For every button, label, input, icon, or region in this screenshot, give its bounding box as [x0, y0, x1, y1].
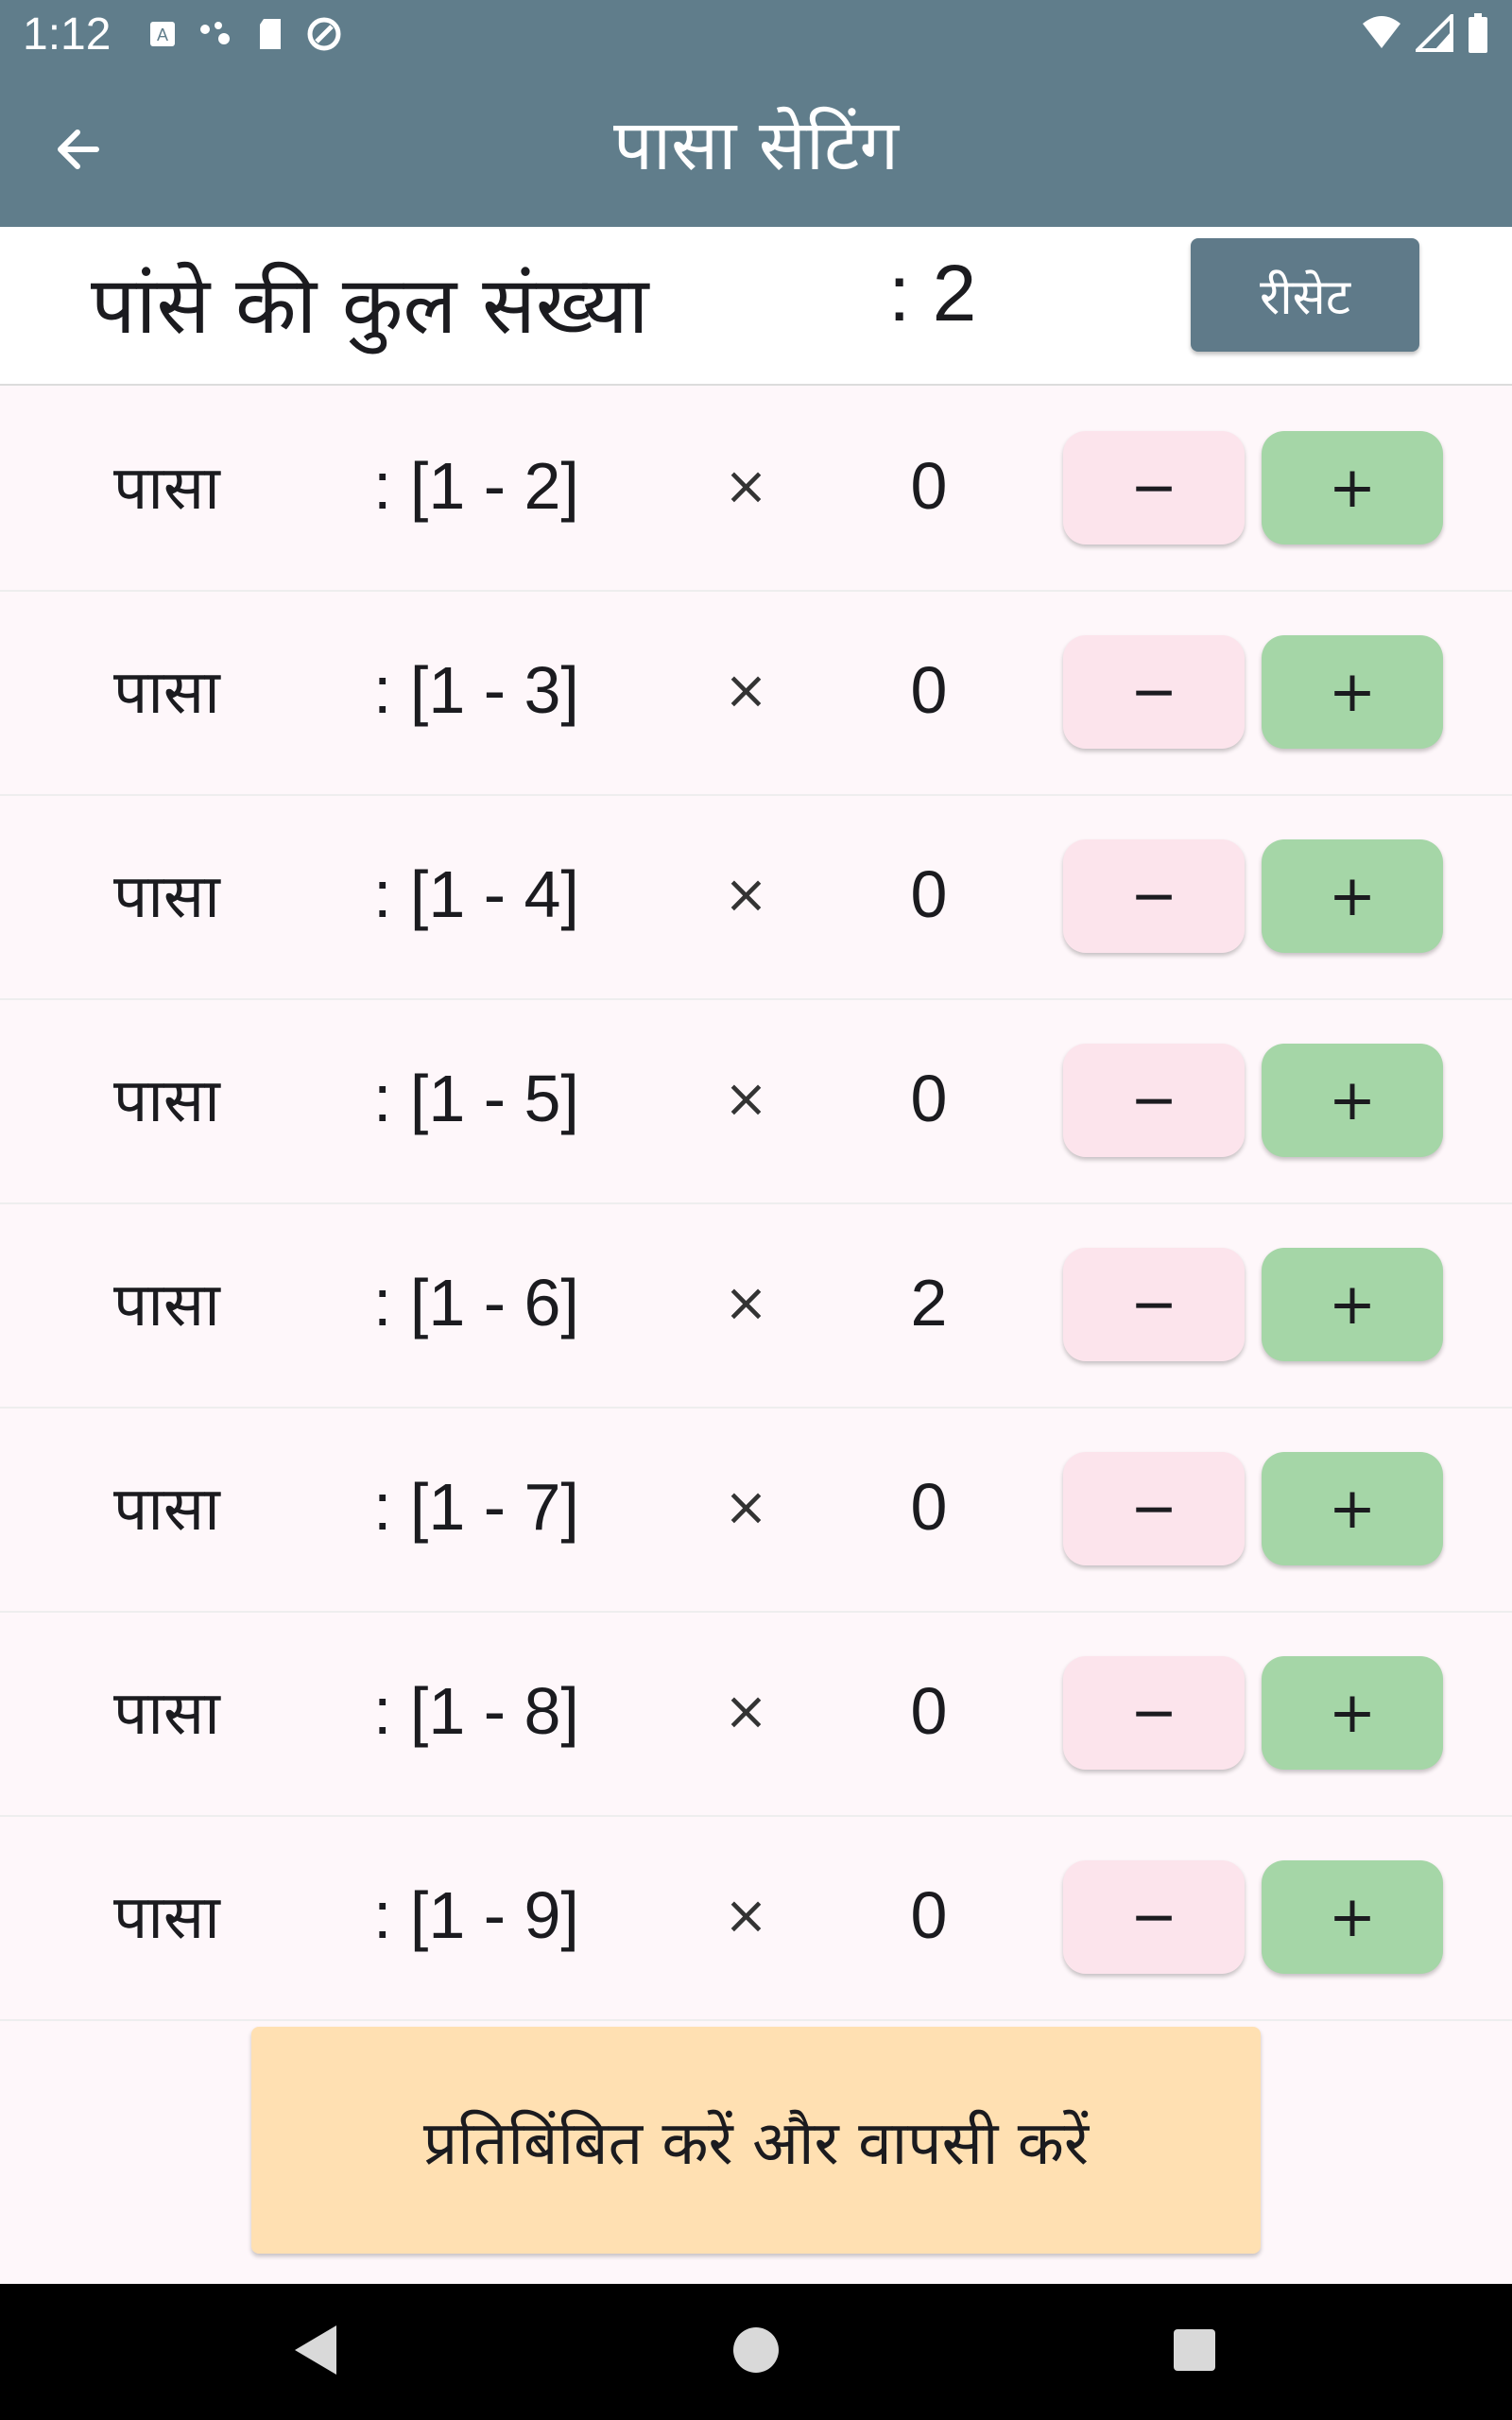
sync-icon	[307, 17, 341, 51]
dice-label: पासा	[113, 454, 220, 524]
increment-button[interactable]: +	[1262, 1860, 1443, 1974]
times-sign: ×	[724, 1885, 768, 1946]
dice-label: पासा	[113, 1066, 220, 1136]
decrement-button[interactable]: −	[1063, 1860, 1245, 1974]
dice-row: पासा : [1 - 2] × 0 − +	[0, 388, 1512, 592]
decrement-button[interactable]: −	[1063, 1044, 1245, 1157]
nav-home-icon[interactable]	[733, 2327, 779, 2373]
dice-count: 0	[910, 1470, 948, 1544]
dice-range: : [1 - 6]	[373, 1266, 579, 1340]
times-sign: ×	[724, 1272, 768, 1334]
decrement-button[interactable]: −	[1063, 431, 1245, 544]
keyboard-a-icon: A	[150, 22, 176, 46]
wifi-icon	[1363, 16, 1400, 48]
dots-icon	[200, 22, 231, 44]
increment-button[interactable]: +	[1262, 839, 1443, 953]
times-sign: ×	[724, 1477, 768, 1538]
times-sign: ×	[724, 1681, 768, 1742]
decrement-button[interactable]: −	[1063, 635, 1245, 749]
dice-count: 0	[910, 857, 948, 931]
system-nav-bar	[0, 2284, 1512, 2420]
dice-row: पासा : [1 - 3] × 0 − +	[0, 592, 1512, 796]
dice-range: : [1 - 8]	[373, 1674, 579, 1748]
dice-count: 0	[910, 1062, 948, 1135]
status-icons-left: A	[148, 15, 343, 53]
total-dice-label: पांसे की कुल संख्या	[91, 259, 649, 352]
dice-count: 0	[910, 653, 948, 727]
dice-count: 0	[910, 1674, 948, 1748]
signal-icon	[1416, 14, 1453, 52]
dice-row: पासा : [1 - 6] × 2 − +	[0, 1204, 1512, 1409]
dice-row: पासा : [1 - 7] × 0 − +	[0, 1409, 1512, 1613]
decrement-button[interactable]: −	[1063, 839, 1245, 953]
reset-button[interactable]: रीसेट	[1191, 238, 1419, 352]
increment-button[interactable]: +	[1262, 1656, 1443, 1770]
decrement-button[interactable]: −	[1063, 1452, 1245, 1565]
times-sign: ×	[724, 660, 768, 721]
nav-recents-icon[interactable]	[1174, 2329, 1215, 2371]
dice-label: पासा	[113, 1679, 220, 1749]
dice-range: : [1 - 3]	[373, 653, 579, 727]
total-dice-value: : 2	[888, 249, 977, 337]
dice-label: पासा	[113, 862, 220, 932]
battery-icon	[1469, 13, 1487, 53]
increment-button[interactable]: +	[1262, 635, 1443, 749]
dice-count: 0	[910, 449, 948, 523]
dice-count: 0	[910, 1878, 948, 1952]
status-bar: 1:12 A	[0, 0, 1512, 68]
increment-button[interactable]: +	[1262, 431, 1443, 544]
dice-label: पासा	[113, 1475, 220, 1545]
dice-label: पासा	[113, 658, 220, 728]
sd-card-icon	[260, 19, 282, 49]
dice-range: : [1 - 5]	[373, 1062, 579, 1135]
dice-range: : [1 - 2]	[373, 449, 579, 523]
status-icons-right	[1361, 13, 1489, 53]
app-bar: पासा सेटिंग	[0, 68, 1512, 227]
times-sign: ×	[724, 864, 768, 925]
times-sign: ×	[724, 456, 768, 517]
dice-label: पासा	[113, 1883, 220, 1953]
dice-list: पासा : [1 - 2] × 0 − + पासा : [1 - 3] × …	[0, 388, 1512, 2021]
dice-row: पासा : [1 - 9] × 0 − +	[0, 1817, 1512, 2021]
status-time: 1:12	[23, 9, 112, 60]
nav-back-icon[interactable]	[289, 2322, 342, 2378]
times-sign: ×	[724, 1068, 768, 1130]
apply-and-return-button[interactable]: प्रतिबिंबित करें और वापसी करें	[251, 2027, 1261, 2254]
dice-row: पासा : [1 - 5] × 0 − +	[0, 1000, 1512, 1204]
total-dice-row: पांसे की कुल संख्या : 2 रीसेट	[0, 227, 1512, 386]
dice-row: पासा : [1 - 8] × 0 − +	[0, 1613, 1512, 1817]
decrement-button[interactable]: −	[1063, 1248, 1245, 1361]
decrement-button[interactable]: −	[1063, 1656, 1245, 1770]
dice-range: : [1 - 7]	[373, 1470, 579, 1544]
dice-count: 2	[910, 1266, 948, 1340]
increment-button[interactable]: +	[1262, 1248, 1443, 1361]
dice-range: : [1 - 9]	[373, 1878, 579, 1952]
increment-button[interactable]: +	[1262, 1452, 1443, 1565]
dice-label: पासा	[113, 1270, 220, 1340]
increment-button[interactable]: +	[1262, 1044, 1443, 1157]
svg-text:A: A	[157, 26, 168, 44]
dice-row: पासा : [1 - 4] × 0 − +	[0, 796, 1512, 1000]
page-title: पासा सेटिंग	[612, 105, 900, 186]
dice-range: : [1 - 4]	[373, 857, 579, 931]
